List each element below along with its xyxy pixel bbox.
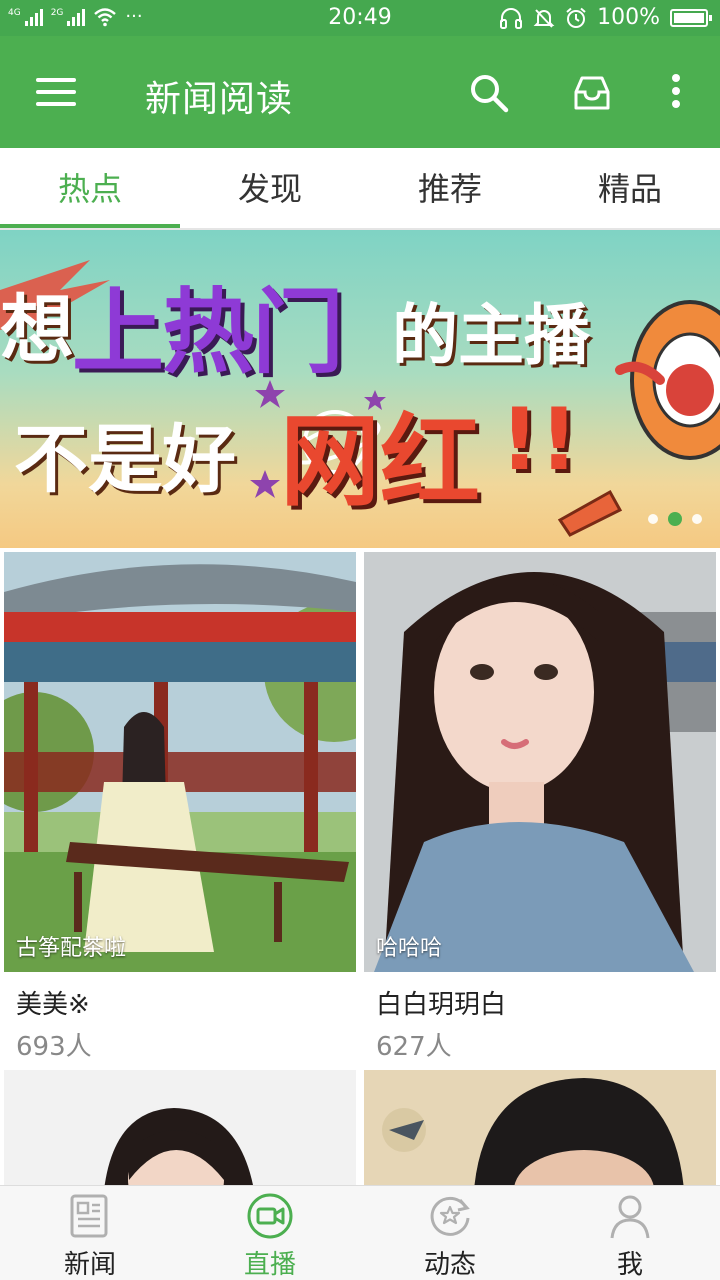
nav-live[interactable]: 直播 xyxy=(180,1186,360,1280)
nav-label: 动态 xyxy=(423,1250,476,1280)
newspaper-icon xyxy=(70,1194,108,1238)
nav-me[interactable]: 我 xyxy=(540,1186,720,1280)
banner-line1-c: 的主播 xyxy=(392,297,590,374)
star-refresh-icon xyxy=(430,1196,470,1236)
streamer-name: 美美※ xyxy=(16,990,90,1020)
pagination-dot[interactable] xyxy=(648,514,658,524)
live-thumbnail xyxy=(4,552,356,972)
tab-discover[interactable]: 发现 xyxy=(180,148,360,228)
search-icon[interactable] xyxy=(468,72,510,114)
banner-line1-b: 上热门 xyxy=(72,279,344,386)
viewer-count: 627人 xyxy=(376,1032,452,1062)
video-camera-icon xyxy=(247,1193,293,1239)
streamer-name: 白白玥玥白 xyxy=(376,990,507,1020)
person-icon xyxy=(610,1195,650,1239)
live-thumbnail xyxy=(364,552,716,972)
banner-line2-b: 网红 xyxy=(280,403,480,520)
tab-recommend[interactable]: 推荐 xyxy=(360,148,540,228)
tab-featured[interactable]: 精品 xyxy=(540,148,720,228)
live-card[interactable] xyxy=(4,1070,356,1185)
headphones-icon xyxy=(500,7,523,29)
live-card[interactable]: 古筝配茶啦 美美※ 693人 xyxy=(4,552,356,1070)
banner-pagination xyxy=(648,512,702,526)
status-right: 100% xyxy=(499,5,712,30)
live-thumbnail xyxy=(4,1070,356,1185)
nav-moments[interactable]: 动态 xyxy=(360,1186,540,1280)
inbox-icon[interactable] xyxy=(572,74,612,112)
bell-muted-icon xyxy=(533,8,555,28)
pagination-dot[interactable] xyxy=(692,514,702,524)
bottom-navigation: 新闻 直播 动态 我 xyxy=(0,1185,720,1280)
battery-percent: 100% xyxy=(597,5,660,30)
live-thumbnail xyxy=(364,1070,716,1185)
live-card-caption: 哈哈哈 xyxy=(376,936,443,961)
nav-label: 新闻 xyxy=(63,1250,116,1280)
tab-hot[interactable]: 热点 xyxy=(0,148,180,228)
status-bar: 4G 2G ··· 20:49 100% xyxy=(0,0,720,36)
app-title: 新闻阅读 xyxy=(145,79,294,120)
alarm-icon xyxy=(566,7,586,28)
menu-icon[interactable] xyxy=(36,78,76,106)
more-options-icon[interactable] xyxy=(670,74,682,112)
pagination-dot-active[interactable] xyxy=(668,512,682,526)
promo-banner[interactable]: 想 上热门 的主播 不是好 网红 !! xyxy=(0,230,720,548)
tab-bar: 热点 发现 推荐 精品 xyxy=(0,148,720,228)
banner-line2-c: !! xyxy=(500,390,579,490)
battery-icon xyxy=(670,8,712,27)
nav-label: 我 xyxy=(616,1250,643,1280)
nav-label: 直播 xyxy=(243,1250,296,1280)
nav-news[interactable]: 新闻 xyxy=(0,1186,180,1280)
live-card-caption: 古筝配茶啦 xyxy=(16,936,127,961)
live-card[interactable]: 哈哈哈 白白玥玥白 627人 xyxy=(364,552,716,1070)
app-bar: 新闻阅读 xyxy=(0,36,720,148)
live-card[interactable] xyxy=(364,1070,716,1185)
viewer-count: 693人 xyxy=(16,1032,92,1062)
banner-line2-a: 不是好 xyxy=(14,417,236,503)
banner-line1-a: 想 xyxy=(0,287,74,373)
